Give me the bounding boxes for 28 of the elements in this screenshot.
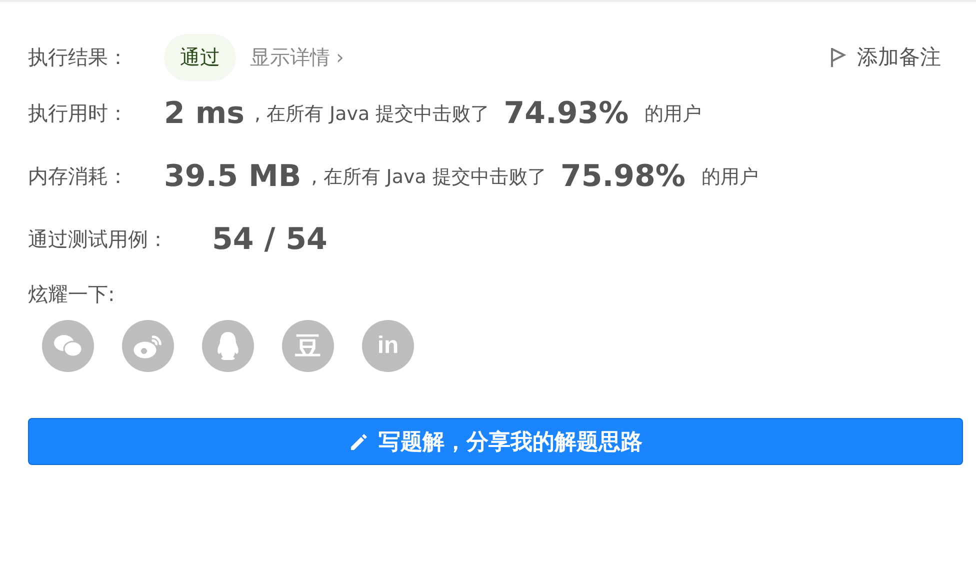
flag-icon [829, 46, 847, 68]
stat-percent: 74.93% [504, 96, 629, 131]
stat-text: , 在所有 Java 提交中击败了 [311, 164, 546, 190]
stat-value: 39.5 MB [164, 159, 302, 194]
show-details-link[interactable]: 显示详情 › [250, 44, 344, 70]
share-button[interactable] [42, 320, 94, 372]
stat-value: 2 ms [164, 96, 244, 131]
share-button[interactable] [122, 320, 174, 372]
stat-text: , 在所有 Java 提交中击败了 [254, 102, 490, 126]
share-button[interactable]: 豆 [282, 320, 334, 372]
tests-label: 通过测试用例： [28, 226, 164, 253]
result-label: 执行结果： [28, 44, 129, 70]
chat-bubbles-icon [53, 333, 83, 359]
weibo-icon [133, 333, 163, 359]
stat-text: 的用户 [644, 102, 702, 126]
tests-value: 54 / 54 [212, 222, 328, 257]
penguin-icon [215, 331, 241, 361]
pencil-icon [348, 432, 368, 452]
status-badge: 通过 [164, 34, 236, 80]
share-button[interactable]: in [362, 320, 414, 372]
share-label: 炫耀一下: [28, 281, 116, 308]
stat-label: 执行用时： [28, 100, 129, 127]
share-button[interactable] [202, 320, 254, 372]
stat-percent: 75.98% [560, 159, 686, 194]
stat-text: 的用户 [701, 164, 758, 190]
write-solution-button[interactable]: 写题解，分享我的解题思路 [28, 418, 963, 465]
add-note-button[interactable]: 添加备注 [829, 43, 963, 71]
stat-label: 内存消耗： [28, 163, 129, 190]
